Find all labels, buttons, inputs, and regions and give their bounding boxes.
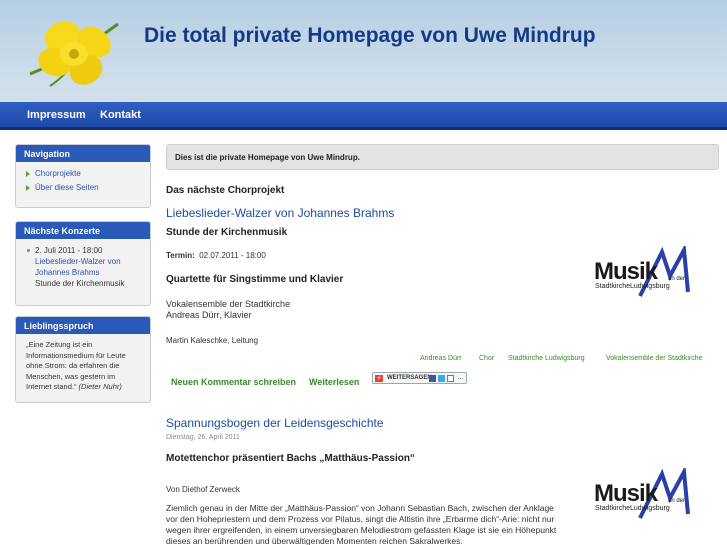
navigation-list: Chorprojekte Über diese Seiten	[16, 162, 150, 204]
musik-logo-tiny-2: an der	[668, 498, 686, 504]
article2-body-line3: wegen ihrer ergreifenden, in einem unver…	[166, 525, 557, 535]
quote-author: (Dieter Nuhr)	[78, 382, 122, 391]
musik-logo-text: Musik	[594, 258, 658, 285]
article2-author: Von Diethof Zerweck	[166, 485, 240, 494]
conductor-line: Martin Kaleschke, Leitung	[166, 336, 259, 345]
pianist-line: Andreas Dürr, Klavier	[166, 310, 252, 320]
twitter-icon	[438, 375, 445, 382]
article2-body-line2: vor den Hohepriestern und dem Prozess vo…	[166, 514, 555, 524]
termin-value: 02.07.2011 - 18:00	[199, 251, 266, 260]
tag-stadtkirche[interactable]: Stadtkirche Ludwigsburg	[508, 355, 585, 362]
site-header: Die total private Homepage von Uwe Mindr…	[0, 0, 727, 102]
tag-vokalensemble[interactable]: Vokalensemble der Stadtkirche	[606, 355, 703, 362]
navigation-block: Navigation Chorprojekte Über diese Seite…	[15, 144, 151, 208]
sidebar-link-chorprojekte[interactable]: Chorprojekte	[35, 169, 81, 178]
welcome-notice: Dies ist die private Homepage von Uwe Mi…	[166, 144, 719, 170]
concerts-list: 2. Juli 2011 - 18:00 Liebeslieder-Walzer…	[16, 239, 150, 297]
article-heading-quartette: Quartette für Singstimme und Klavier	[166, 274, 344, 285]
article2-subtitle: Motettenchor präsentiert Bachs „Matthäus…	[166, 453, 415, 464]
site-title[interactable]: Die total private Homepage von Uwe Mindr…	[144, 24, 596, 48]
quote-block: Lieblingsspruch „Eine Zeitung ist ein In…	[15, 316, 151, 403]
sidebar-item-chorprojekte: Chorprojekte	[26, 168, 142, 179]
main-navigation-bar: Impressum Kontakt	[0, 102, 727, 130]
article2-body-line1: Ziemlich genau in der Mitte der „Matthäu…	[166, 503, 554, 513]
article-title-passion[interactable]: Spannungsbogen der Leidensgeschichte	[166, 416, 384, 430]
nav-kontakt-link[interactable]: Kontakt	[100, 109, 141, 121]
tag-chor[interactable]: Chor	[479, 355, 494, 362]
new-comment-link[interactable]: Neuen Kommentar schreiben	[171, 377, 296, 387]
ensemble-line: Vokalensemble der Stadtkirche	[166, 299, 291, 309]
tag-andreas-duerr[interactable]: Andreas Dürr	[420, 355, 462, 362]
article-date: Dienstag, 26. April 2011	[166, 434, 240, 441]
article-title-brahms[interactable]: Liebeslieder-Walzer von Johannes Brahms	[166, 206, 394, 220]
sidebar-item-ueber: Über diese Seiten	[26, 182, 142, 193]
plus-icon: +	[375, 375, 383, 382]
concert-item: 2. Juli 2011 - 18:00 Liebeslieder-Walzer…	[26, 245, 142, 289]
share-label: WEITERSAGEN	[387, 375, 432, 381]
musik-logo-subtext: StadtkircheLudwigsburg	[595, 283, 670, 290]
more-icon: …	[457, 374, 464, 381]
email-icon	[447, 375, 454, 382]
musik-logo-text-2: Musik	[594, 480, 658, 507]
concert-link[interactable]: Liebeslieder-Walzer von Johannes Brahms	[35, 257, 121, 277]
musik-logo-tiny: an der	[668, 276, 686, 282]
musik-logo-subtext-2: StadtkircheLudwigsburg	[595, 505, 670, 512]
termin-row: Termin: 02.07.2011 - 18:00	[166, 250, 266, 261]
section-title: Das nächste Chorprojekt	[166, 185, 285, 196]
yellow-flower-logo[interactable]	[20, 14, 130, 96]
navigation-block-title: Navigation	[16, 145, 150, 162]
facebook-icon	[429, 375, 436, 382]
share-button[interactable]: + WEITERSAGEN …	[372, 372, 467, 384]
sidebar-link-ueber[interactable]: Über diese Seiten	[35, 183, 99, 192]
concerts-block: Nächste Konzerte 2. Juli 2011 - 18:00 Li…	[15, 221, 151, 306]
musik-logo: Musik an der StadtkircheLudwigsburg	[592, 246, 717, 302]
article2-body-line4: dieses an berührenden und überwältigende…	[166, 536, 463, 545]
concerts-block-title: Nächste Konzerte	[16, 222, 150, 239]
read-more-link[interactable]: Weiterlesen	[309, 377, 359, 387]
quote-block-title: Lieblingsspruch	[16, 317, 150, 334]
quote-body: „Eine Zeitung ist ein Informationsmedium…	[16, 334, 150, 401]
nav-impressum-link[interactable]: Impressum	[27, 109, 86, 121]
concert-text: Stunde der Kirchenmusik	[35, 279, 125, 288]
article-subtitle: Stunde der Kirchenmusik	[166, 227, 288, 238]
musik-logo-2: Musik an der StadtkircheLudwigsburg	[592, 468, 717, 524]
concert-date: 2. Juli 2011 - 18:00	[35, 246, 103, 255]
termin-label: Termin:	[166, 251, 195, 260]
